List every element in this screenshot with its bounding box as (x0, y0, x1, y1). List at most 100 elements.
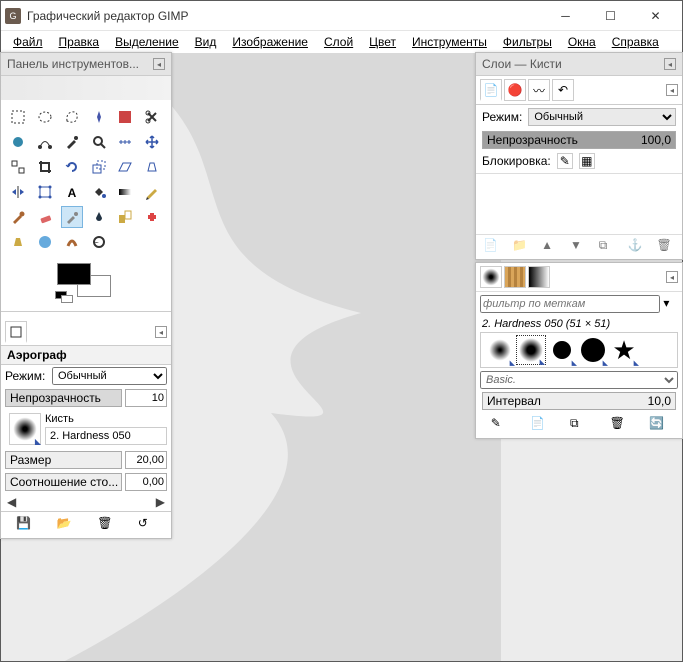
tool-paintbrush[interactable] (7, 206, 29, 228)
paths-tab-icon[interactable]: 〰 (528, 79, 550, 101)
tool-bucket-fill[interactable] (88, 181, 110, 203)
layers-tab-icon[interactable]: 📄 (480, 79, 502, 101)
tool-blur[interactable] (34, 231, 56, 253)
tool-foreground-select[interactable] (7, 131, 29, 153)
lock-pixels-icon[interactable]: ✎ (557, 153, 573, 169)
delete-brush-icon[interactable]: 🗑 (610, 416, 628, 434)
refresh-brushes-icon[interactable]: 🔄 (649, 416, 667, 434)
delete-layer-icon[interactable]: 🗑 (656, 238, 674, 256)
new-layer-icon[interactable]: 📄 (483, 238, 501, 256)
tool-align[interactable] (7, 156, 29, 178)
scroll-left-icon[interactable]: ◀ (7, 495, 16, 509)
duplicate-brush-icon[interactable]: ⧉ (570, 416, 588, 434)
layers-tab-menu-icon[interactable]: ◂ (666, 84, 678, 96)
tool-paths[interactable] (34, 131, 56, 153)
tool-scissors[interactable] (141, 106, 163, 128)
brush-item[interactable] (578, 335, 608, 365)
new-brush-icon[interactable]: 📄 (530, 416, 548, 434)
filter-dropdown-icon[interactable]: ▾ (663, 296, 669, 310)
tool-options-tab[interactable] (5, 321, 27, 343)
tool-ink[interactable] (88, 206, 110, 228)
tool-crop[interactable] (34, 156, 56, 178)
menu-file[interactable]: Файл (7, 33, 49, 51)
brush-item[interactable] (547, 335, 577, 365)
tool-airbrush[interactable] (61, 206, 83, 228)
foreground-color[interactable] (57, 263, 91, 285)
tool-color-picker[interactable] (61, 131, 83, 153)
brush-swatch-icon[interactable] (480, 266, 502, 288)
channels-tab-icon[interactable]: 🔴 (504, 79, 526, 101)
tool-smudge[interactable] (61, 231, 83, 253)
layer-mode-select[interactable]: Обычный (528, 108, 676, 126)
delete-preset-icon[interactable]: 🗑 (97, 516, 115, 534)
maximize-button[interactable]: ☐ (588, 2, 633, 30)
lower-layer-icon[interactable]: ▼ (570, 238, 588, 256)
menu-windows[interactable]: Окна (562, 33, 602, 51)
tool-blend[interactable] (114, 181, 136, 203)
tool-move[interactable] (141, 131, 163, 153)
aspect-slider[interactable]: Соотношение сто... (5, 473, 122, 491)
reset-preset-icon[interactable]: ↺ (138, 516, 156, 534)
tool-options-menu-icon[interactable]: ◂ (155, 326, 167, 338)
tool-cage[interactable] (34, 181, 56, 203)
tool-dodge[interactable] (88, 231, 110, 253)
gradient-swatch-icon[interactable] (528, 266, 550, 288)
aspect-value[interactable]: 0,00 (125, 473, 167, 491)
anchor-layer-icon[interactable]: ⚓ (628, 238, 646, 256)
brush-item[interactable]: ★ (609, 335, 639, 365)
tool-text[interactable]: A (61, 181, 83, 203)
save-preset-icon[interactable]: 💾 (16, 516, 34, 534)
tool-clone[interactable] (114, 206, 136, 228)
tool-rotate[interactable] (61, 156, 83, 178)
menu-filters[interactable]: Фильтры (497, 33, 558, 51)
size-value[interactable]: 20,00 (125, 451, 167, 469)
tool-zoom[interactable] (88, 131, 110, 153)
mode-select[interactable]: Обычный (52, 367, 167, 385)
tool-shear[interactable] (114, 156, 136, 178)
layer-list[interactable] (476, 173, 682, 235)
toolbox-header[interactable]: Панель инструментов... ◂ (1, 53, 171, 76)
close-button[interactable]: ✕ (633, 2, 678, 30)
menu-tools[interactable]: Инструменты (406, 33, 493, 51)
interval-slider[interactable]: Интервал 10,0 (482, 392, 676, 410)
menu-color[interactable]: Цвет (363, 33, 402, 51)
tool-by-color-select[interactable] (114, 106, 136, 128)
brush-item[interactable] (485, 335, 515, 365)
menu-image[interactable]: Изображение (226, 33, 314, 51)
scroll-right-icon[interactable]: ▶ (156, 495, 165, 509)
load-preset-icon[interactable]: 📂 (57, 516, 75, 534)
tool-ellipse-select[interactable] (34, 106, 56, 128)
brush-preview[interactable] (9, 413, 41, 445)
tool-free-select[interactable] (61, 106, 83, 128)
color-swatch[interactable] (1, 259, 171, 309)
tool-measure[interactable] (114, 131, 136, 153)
lock-alpha-icon[interactable]: ▦ (579, 153, 595, 169)
tool-perspective[interactable] (141, 156, 163, 178)
layer-opacity-slider[interactable]: Непрозрачность 100,0 (482, 131, 676, 149)
pattern-swatch-icon[interactable] (504, 266, 526, 288)
raise-layer-icon[interactable]: ▲ (541, 238, 559, 256)
menu-select[interactable]: Выделение (109, 33, 185, 51)
menu-view[interactable]: Вид (189, 33, 223, 51)
toolbox-collapse-icon[interactable]: ◂ (153, 58, 165, 70)
menu-layer[interactable]: Слой (318, 33, 359, 51)
menu-help[interactable]: Справка (606, 33, 665, 51)
layer-group-icon[interactable]: 📁 (512, 238, 530, 256)
tool-perspective-clone[interactable] (7, 231, 29, 253)
menu-edit[interactable]: Правка (53, 33, 106, 51)
undo-tab-icon[interactable]: ↶ (552, 79, 574, 101)
tool-fuzzy-select[interactable] (88, 106, 110, 128)
layers-collapse-icon[interactable]: ◂ (664, 58, 676, 70)
size-slider[interactable]: Размер (5, 451, 122, 469)
edit-brush-icon[interactable]: ✎ (491, 416, 509, 434)
tool-scale[interactable] (88, 156, 110, 178)
duplicate-layer-icon[interactable]: ⧉ (599, 238, 617, 256)
tool-flip[interactable] (7, 181, 29, 203)
brush-category-select[interactable]: Basic. (480, 371, 678, 389)
brush-item[interactable] (516, 335, 546, 365)
tool-rect-select[interactable] (7, 106, 29, 128)
brushes-tab-menu-icon[interactable]: ◂ (666, 271, 678, 283)
opacity-value[interactable]: 10 (125, 389, 167, 407)
tool-heal[interactable] (141, 206, 163, 228)
brush-name-field[interactable]: 2. Hardness 050 (45, 427, 167, 445)
